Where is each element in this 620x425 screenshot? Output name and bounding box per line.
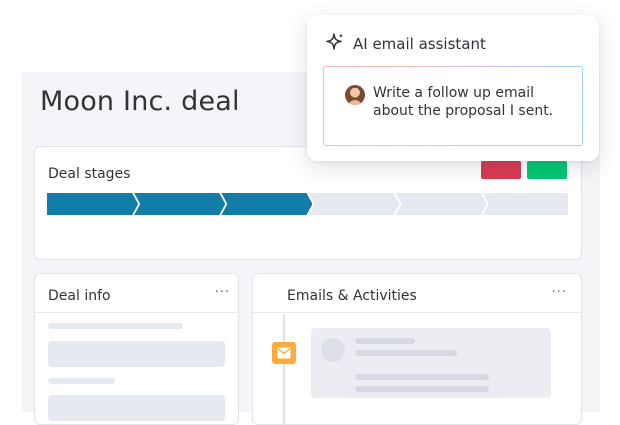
status-tag-green[interactable] [527,161,567,179]
ai-prompt-input[interactable]: Write a follow up email about the propos… [323,66,583,146]
emails-activities-header: Emails & Activities ··· [253,274,581,313]
deal-info-card: Deal info ··· [34,273,239,425]
placeholder-field [48,395,225,421]
sparkle-icon [326,33,344,50]
ai-assistant-title: AI email assistant [353,35,486,53]
placeholder-line [48,378,115,384]
deal-stage-5[interactable] [396,193,487,215]
placeholder-line [355,386,489,392]
deal-stages-progress [47,193,568,215]
activity-avatar-placeholder [321,338,345,362]
deal-stage-3[interactable] [221,193,312,215]
ai-email-assistant-popup: AI email assistant Write a follow up ema… [307,15,599,161]
deal-stage-2[interactable] [134,193,225,215]
status-tag-red[interactable] [481,161,521,179]
deal-stages-card: Deal stages [34,146,582,260]
avatar [345,85,365,105]
deal-stages-title: Deal stages [48,166,131,182]
deal-stage-6[interactable] [482,193,568,215]
deal-stage-1[interactable] [47,193,138,215]
placeholder-line [48,323,183,329]
placeholder-line [355,350,457,356]
deal-stage-4[interactable] [309,193,400,215]
page-title: Moon Inc. deal [40,86,240,117]
emails-activities-more-button[interactable]: ··· [552,285,567,300]
deal-info-title: Deal info [48,288,111,304]
emails-activities-title: Emails & Activities [287,288,417,304]
emails-activities-card: Emails & Activities ··· [252,273,582,425]
placeholder-line [355,338,415,344]
placeholder-field [48,341,225,367]
mail-icon [272,342,296,364]
ai-prompt-inner: Write a follow up email about the propos… [324,67,582,145]
deal-info-more-button[interactable]: ··· [215,285,230,300]
placeholder-line [355,374,489,380]
deal-info-header: Deal info ··· [35,274,238,313]
ai-prompt-text: Write a follow up email about the propos… [373,85,554,119]
activity-item[interactable] [311,328,551,398]
